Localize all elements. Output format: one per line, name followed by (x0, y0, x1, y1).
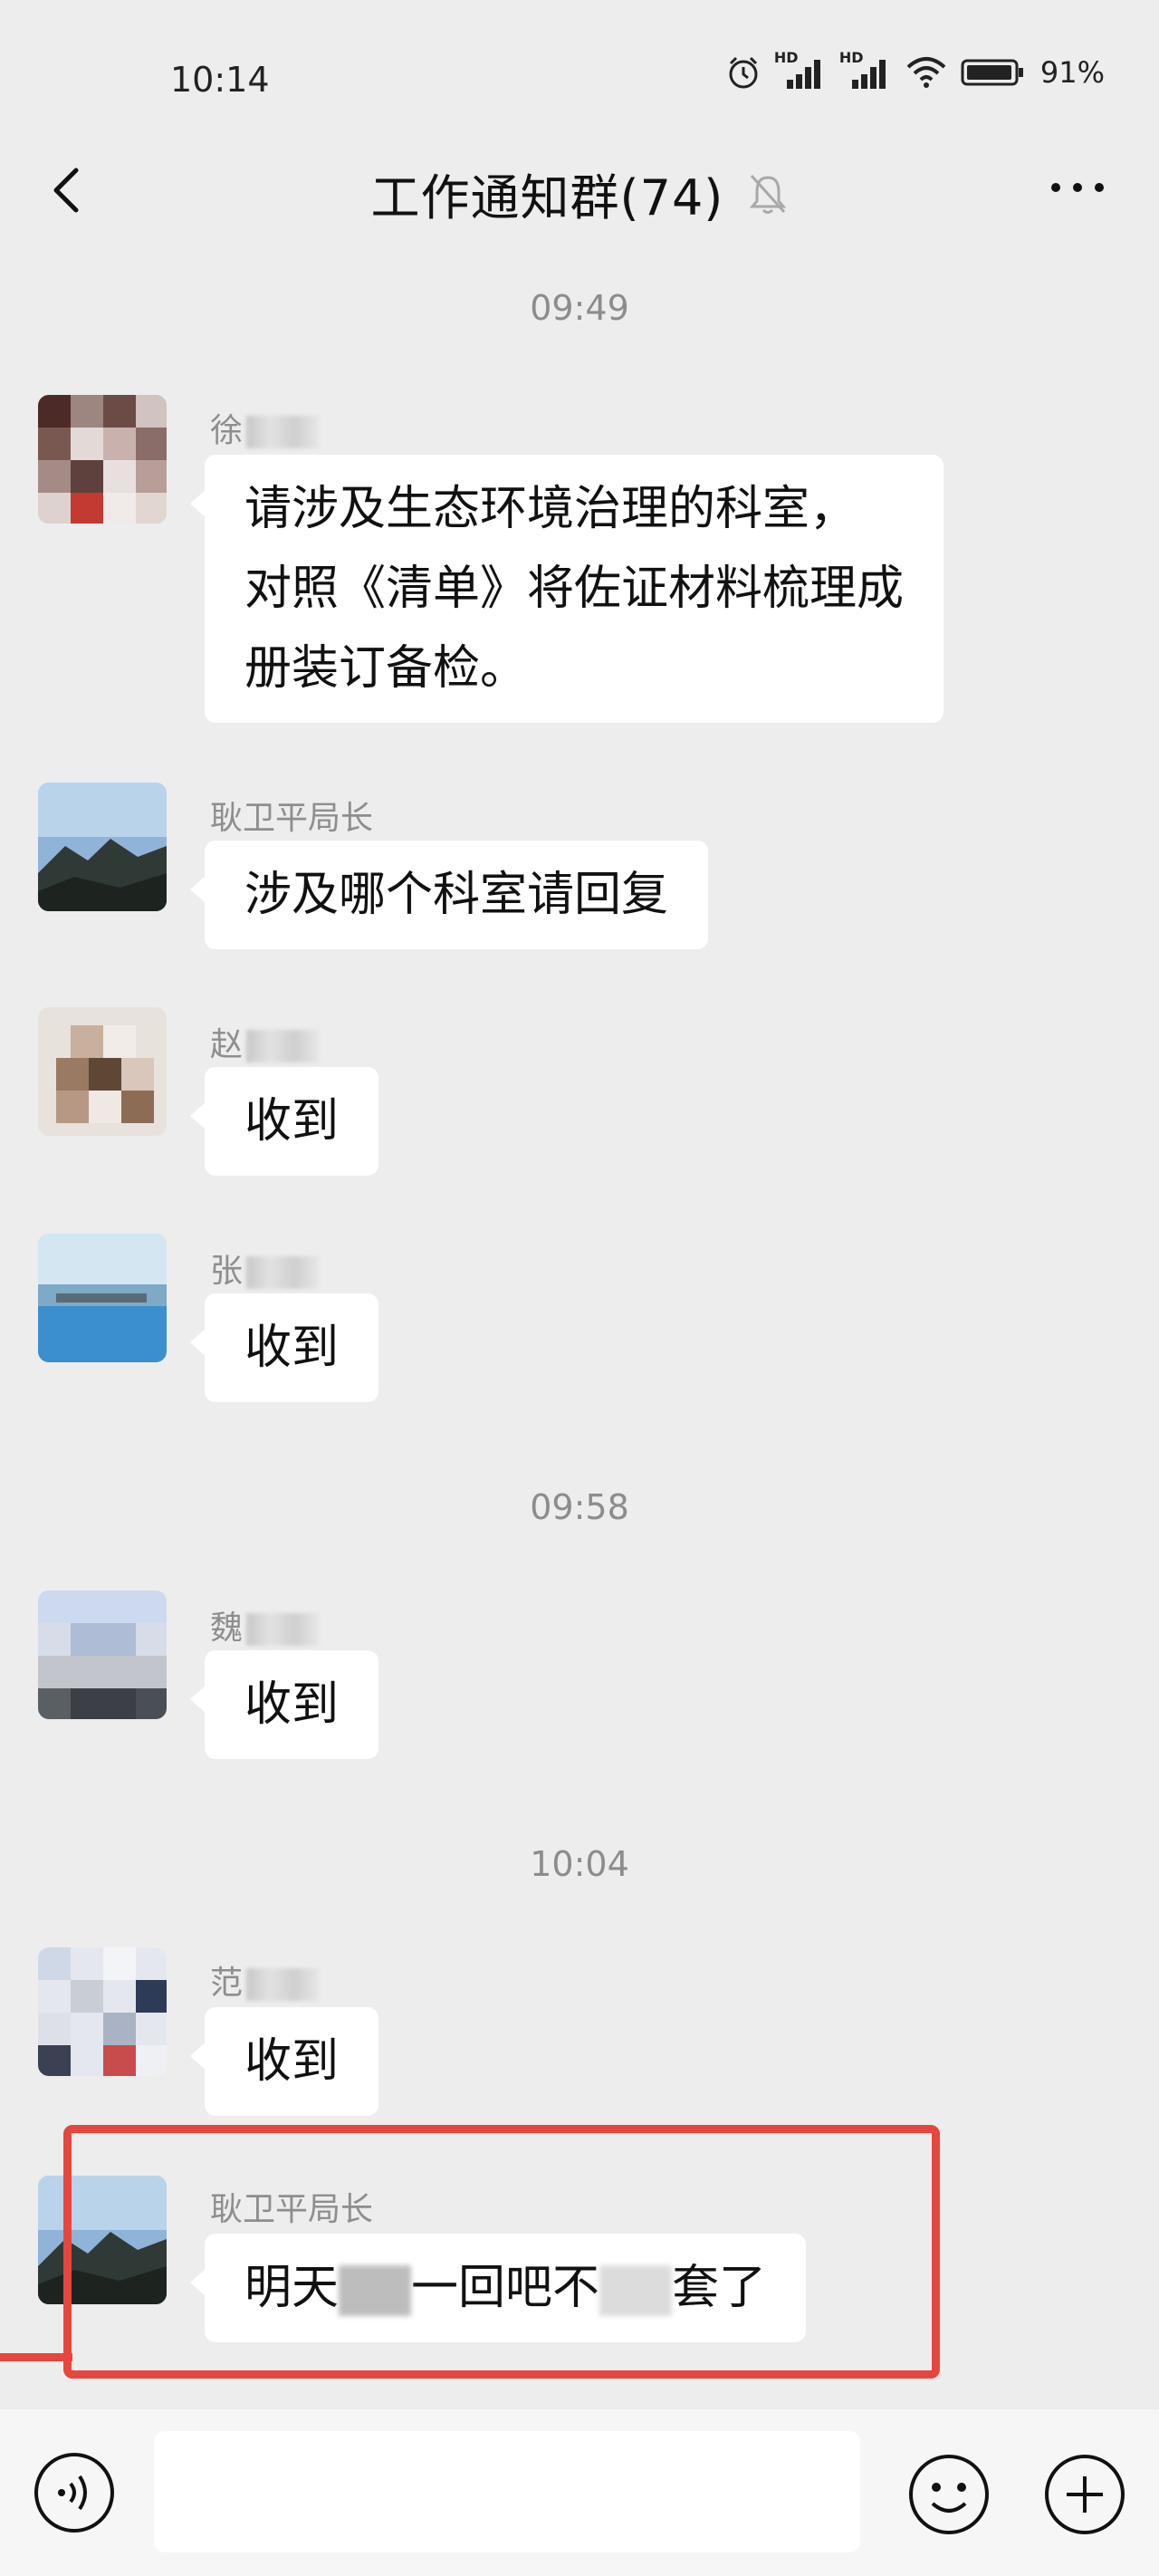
sender-name: 耿卫平局长 (210, 2191, 374, 2228)
avatar[interactable] (38, 1947, 167, 2076)
emoji-icon (909, 2455, 989, 2534)
sender-name: 张 (210, 1245, 320, 1292)
avatar[interactable] (38, 1234, 167, 1362)
chat-header: 工作通知群(74) (0, 145, 1159, 235)
avatar[interactable] (38, 2176, 167, 2304)
timestamp: 09:49 (530, 288, 629, 328)
avatar[interactable] (38, 395, 167, 524)
sender-name: 魏 (210, 1601, 320, 1648)
redaction (246, 1613, 320, 1646)
more-button[interactable] (1045, 165, 1110, 210)
message-bubble[interactable]: 收到 (189, 1067, 379, 1176)
battery-percent: 91% (1039, 55, 1105, 90)
redaction (246, 416, 320, 448)
avatar[interactable] (38, 1007, 167, 1136)
highlight-mark (0, 2353, 72, 2361)
timestamp: 09:58 (530, 1487, 629, 1527)
bell-muted-icon (750, 174, 787, 214)
redaction (339, 2265, 412, 2316)
emoji-button[interactable] (905, 2451, 992, 2538)
sender-name: 徐 (210, 404, 320, 451)
avatar[interactable] (38, 783, 167, 911)
status-icons: HD HD 91% (725, 49, 1105, 91)
status-time: 10:14 (170, 60, 270, 100)
timestamp: 10:04 (530, 1844, 629, 1884)
sender-name: 范 (210, 1956, 320, 2004)
alarm-icon (729, 56, 758, 89)
battery-icon (961, 59, 1023, 86)
redaction (246, 1968, 320, 2001)
plus-icon (1045, 2455, 1125, 2534)
message-input[interactable] (154, 2431, 860, 2552)
message-bubble[interactable]: 收到 (189, 1650, 379, 1759)
redaction (246, 1030, 320, 1062)
signal-2-icon: HD (839, 49, 892, 91)
message-bubble[interactable]: 收到 (189, 2007, 379, 2116)
signal-1-icon: HD (774, 49, 827, 91)
input-bar (0, 2409, 1159, 2576)
message-bubble[interactable]: 请涉及生态环境治理的科室， 对照《清单》将佐证材料梳理成 册装订备检。 (189, 455, 944, 723)
more-dots-icon (1051, 183, 1104, 192)
plus-button[interactable] (1041, 2451, 1128, 2538)
chat-title[interactable]: 工作通知群(74) (371, 169, 724, 226)
sender-name: 赵 (210, 1018, 320, 1065)
message-bubble[interactable]: 收到 (189, 1293, 379, 1402)
status-bar: 10:14 HD HD 91% (0, 0, 1159, 145)
avatar[interactable] (38, 1591, 167, 1719)
wifi-icon (906, 57, 946, 88)
redaction (246, 1256, 320, 1289)
message-bubble[interactable]: 涉及哪个科室请回复 (189, 841, 709, 949)
voice-icon (34, 2453, 114, 2533)
voice-button[interactable] (33, 2451, 116, 2534)
sender-name: 耿卫平局长 (210, 800, 374, 837)
redaction (599, 2265, 673, 2316)
message-bubble[interactable]: 明天 一回吧不 套了 (189, 2234, 807, 2342)
